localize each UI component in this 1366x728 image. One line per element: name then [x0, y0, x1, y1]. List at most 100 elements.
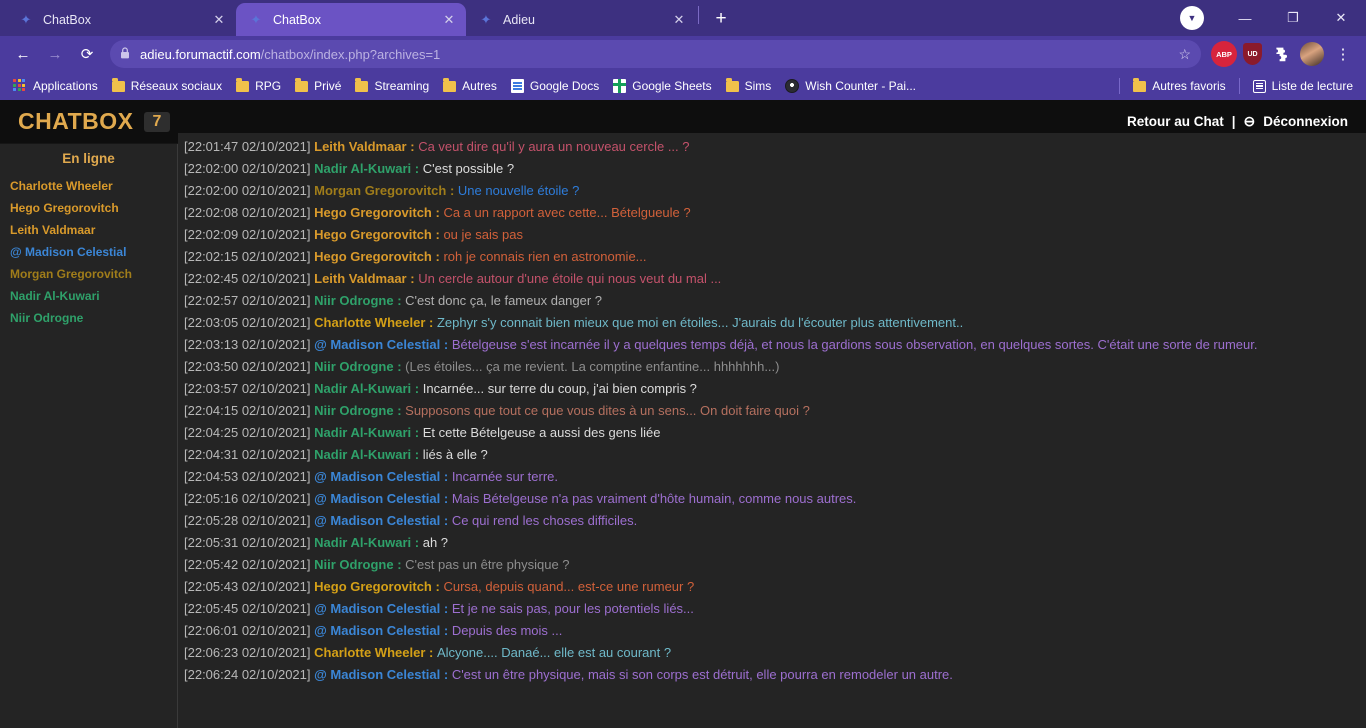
tab-chatbox-2[interactable]: ✦ ChatBox ✕	[236, 3, 466, 36]
bookmark-rpg[interactable]: RPG	[229, 76, 288, 96]
bookmark-autres[interactable]: Autres	[436, 76, 504, 96]
message-text: ah ?	[422, 535, 449, 550]
url-domain: adieu.forumactif.com	[140, 46, 261, 62]
bookmark-wish-counter[interactable]: Wish Counter - Pai...	[778, 76, 923, 96]
message-author[interactable]: Nadir Al-Kuwari	[314, 425, 411, 440]
message-author[interactable]: Niir Odrogne	[314, 557, 393, 572]
tab-close-icon[interactable]: ✕	[210, 11, 228, 29]
online-user-item[interactable]: Charlotte Wheeler	[0, 175, 177, 197]
chat-message: [22:04:53 02/10/2021] @ Madison Celestia…	[184, 466, 1366, 488]
message-timestamp: [22:02:08 02/10/2021]	[184, 205, 311, 220]
message-author[interactable]: Niir Odrogne	[314, 359, 393, 374]
message-author[interactable]: Leith Valdmaar	[314, 139, 406, 154]
message-colon: :	[411, 161, 423, 176]
message-author[interactable]: Hego Gregorovitch	[314, 205, 432, 220]
message-author[interactable]: @ Madison Celestial	[314, 601, 440, 616]
adblock-plus-icon[interactable]: ABP	[1211, 41, 1237, 67]
puzzle-extensions-icon[interactable]	[1268, 41, 1294, 67]
lock-icon	[120, 46, 130, 62]
tab-adieu[interactable]: ✦ Adieu ✕	[466, 3, 696, 36]
bookmark-autres-favoris[interactable]: Autres favoris	[1126, 76, 1232, 96]
online-user-item[interactable]: Hego Gregorovitch	[0, 197, 177, 219]
browser-menu-icon[interactable]: ⋮	[1330, 41, 1356, 67]
bookmark-streaming[interactable]: Streaming	[348, 76, 436, 96]
message-author[interactable]: Leith Valdmaar	[314, 271, 406, 286]
message-timestamp: [22:06:23 02/10/2021]	[184, 645, 311, 660]
message-colon: :	[440, 667, 452, 682]
message-author[interactable]: @ Madison Celestial	[314, 513, 440, 528]
tab-chatbox-1[interactable]: ✦ ChatBox ✕	[6, 3, 236, 36]
message-author[interactable]: Niir Odrogne	[314, 293, 393, 308]
message-author[interactable]: Morgan Gregorovitch	[314, 183, 446, 198]
header-separator: |	[1231, 114, 1236, 129]
online-user-item[interactable]: Niir Odrogne	[0, 307, 177, 329]
chat-message: [22:05:28 02/10/2021] @ Madison Celestia…	[184, 510, 1366, 532]
bookmarks-divider	[1119, 78, 1121, 94]
bookmark-sims[interactable]: Sims	[719, 76, 779, 96]
bookmark-reseaux-sociaux[interactable]: Réseaux sociaux	[105, 76, 229, 96]
message-author[interactable]: Nadir Al-Kuwari	[314, 381, 411, 396]
tab-close-icon[interactable]: ✕	[440, 11, 458, 29]
message-author[interactable]: Hego Gregorovitch	[314, 227, 432, 242]
message-author[interactable]: Charlotte Wheeler	[314, 315, 425, 330]
chat-message: [22:06:23 02/10/2021] Charlotte Wheeler …	[184, 642, 1366, 664]
message-colon: :	[425, 315, 437, 330]
address-bar[interactable]: adieu.forumactif.com/chatbox/index.php?a…	[110, 40, 1201, 68]
google-sheets-icon	[613, 79, 627, 93]
bookmark-label: Google Docs	[529, 79, 600, 93]
apps-grid-icon	[13, 79, 27, 93]
message-text: Ce qui rend les choses difficiles.	[451, 513, 638, 528]
message-timestamp: [22:05:16 02/10/2021]	[184, 491, 311, 506]
profile-avatar[interactable]	[1300, 42, 1324, 66]
online-user-item[interactable]: @ Madison Celestial	[0, 241, 177, 263]
message-author[interactable]: @ Madison Celestial	[314, 337, 440, 352]
message-author[interactable]: Hego Gregorovitch	[314, 579, 432, 594]
chat-message: [22:03:05 02/10/2021] Charlotte Wheeler …	[184, 312, 1366, 334]
bookmark-google-docs[interactable]: Google Docs	[504, 76, 606, 96]
bookmark-label: Wish Counter - Pai...	[805, 79, 916, 93]
message-timestamp: [22:02:00 02/10/2021]	[184, 161, 311, 176]
close-window-button[interactable]: ✕	[1318, 0, 1364, 36]
message-author[interactable]: @ Madison Celestial	[314, 491, 440, 506]
profile-chip-icon[interactable]: ▼	[1180, 6, 1204, 30]
online-user-item[interactable]: Morgan Gregorovitch	[0, 263, 177, 285]
message-author[interactable]: @ Madison Celestial	[314, 469, 440, 484]
online-user-item[interactable]: Leith Valdmaar	[0, 219, 177, 241]
reload-icon[interactable]: ⟳	[72, 39, 102, 69]
back-icon[interactable]: ←	[8, 39, 38, 69]
message-author[interactable]: Nadir Al-Kuwari	[314, 447, 411, 462]
bookmark-prive[interactable]: Privé	[288, 76, 348, 96]
tab-close-icon[interactable]: ✕	[670, 11, 688, 29]
bookmark-applications[interactable]: Applications	[6, 76, 105, 96]
minimize-button[interactable]: —	[1222, 0, 1268, 36]
message-colon: :	[393, 359, 406, 374]
message-author[interactable]: @ Madison Celestial	[314, 623, 440, 638]
message-author[interactable]: Nadir Al-Kuwari	[314, 161, 411, 176]
bookmark-label: Google Sheets	[632, 79, 712, 93]
new-tab-button[interactable]: +	[707, 5, 735, 33]
bookmark-liste-de-lecture[interactable]: Liste de lecture	[1246, 76, 1360, 96]
message-author[interactable]: Hego Gregorovitch	[314, 249, 432, 264]
url-path: /chatbox/index.php?archives=1	[260, 46, 441, 62]
message-author[interactable]: Charlotte Wheeler	[314, 645, 425, 660]
bookmark-label: Applications	[33, 79, 98, 93]
ublock-icon[interactable]: UD	[1243, 43, 1262, 65]
online-user-item[interactable]: Nadir Al-Kuwari	[0, 285, 177, 307]
chat-message: [22:03:50 02/10/2021] Niir Odrogne : (Le…	[184, 356, 1366, 378]
browser-toolbar: ← → ⟳ adieu.forumactif.com/chatbox/index…	[0, 36, 1366, 72]
forward-icon[interactable]: →	[40, 39, 70, 69]
chatbox-header-actions: Retour au Chat | ⊖ Déconnexion	[1127, 113, 1348, 130]
maximize-button[interactable]: ❐	[1270, 0, 1316, 36]
logout-icon[interactable]: ⊖	[1244, 113, 1256, 130]
tab-title: ChatBox	[273, 12, 321, 27]
chat-message: [22:04:25 02/10/2021] Nadir Al-Kuwari : …	[184, 422, 1366, 444]
message-author[interactable]: Niir Odrogne	[314, 403, 393, 418]
bookmark-star-icon[interactable]: ☆	[1178, 46, 1191, 63]
bookmark-google-sheets[interactable]: Google Sheets	[606, 76, 718, 96]
back-to-chat-link[interactable]: Retour au Chat	[1127, 114, 1224, 129]
message-author[interactable]: Nadir Al-Kuwari	[314, 535, 411, 550]
logout-link[interactable]: Déconnexion	[1263, 114, 1348, 129]
message-author[interactable]: @ Madison Celestial	[314, 667, 440, 682]
chat-message: [22:05:45 02/10/2021] @ Madison Celestia…	[184, 598, 1366, 620]
message-colon: :	[411, 535, 423, 550]
